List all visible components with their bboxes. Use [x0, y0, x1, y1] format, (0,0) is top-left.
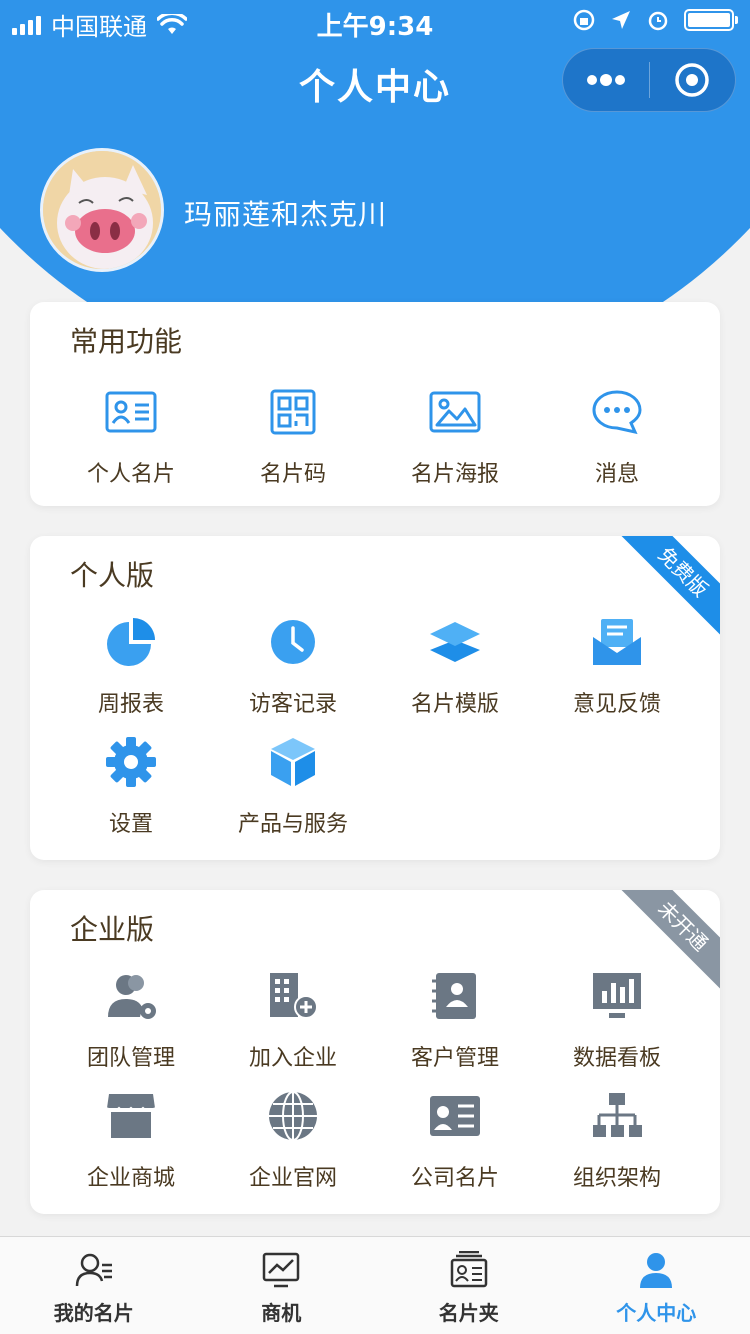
- weekly-report-item[interactable]: 周报表: [50, 612, 212, 718]
- company-card-item[interactable]: 公司名片: [374, 1086, 536, 1192]
- globe-icon: [269, 1091, 317, 1141]
- card-code-item[interactable]: 名片码: [212, 382, 374, 488]
- visitor-records-item[interactable]: 访客记录: [212, 612, 374, 718]
- card-title: 个人版: [70, 559, 155, 592]
- card-poster-item[interactable]: 名片海报: [374, 382, 536, 488]
- store-icon: [106, 1094, 156, 1138]
- company-card-icon: [430, 1096, 480, 1136]
- personal-card-item[interactable]: 个人名片: [50, 382, 212, 488]
- username: 玛丽莲和杰克川: [184, 198, 388, 231]
- status-bar: 中国联通 上午9:34: [0, 0, 750, 42]
- item-label: 客户管理: [410, 1046, 499, 1071]
- data-dashboard-item[interactable]: 数据看板: [536, 966, 698, 1072]
- org-chart-icon: [593, 1093, 642, 1137]
- item-label: 名片模版: [410, 692, 499, 717]
- item-label: 意见反馈: [572, 692, 661, 717]
- item-label: 个人名片: [86, 462, 175, 487]
- common-functions-card: 常用功能 个人名片 名片码 名片海报 消息: [30, 302, 720, 506]
- phone-screen: 中国联通 上午9:34 个人中心 玛丽莲和杰克川 常用功能 个人名片 名片码 名…: [0, 0, 750, 1334]
- card-template-item[interactable]: 名片模版: [374, 612, 536, 718]
- item-label: 设置: [108, 812, 153, 837]
- tab-label: 名片夹: [438, 1301, 499, 1325]
- user-card-icon: [75, 1253, 112, 1287]
- team-gear-icon: [108, 975, 156, 1019]
- item-label: 加入企业: [248, 1046, 337, 1071]
- item-label: 产品与服务: [237, 812, 348, 837]
- mini-program-capsule: [562, 48, 736, 112]
- item-label: 企业官网: [248, 1166, 337, 1191]
- layers-icon: [430, 622, 480, 662]
- card-title: 常用功能: [70, 325, 183, 358]
- item-label: 名片码: [259, 462, 326, 487]
- item-label: 消息: [594, 462, 639, 487]
- tab-personal-center[interactable]: 个人中心: [563, 1237, 750, 1334]
- person-icon: [640, 1253, 673, 1288]
- pie-chart-icon: [107, 618, 155, 666]
- contact-card-icon: [105, 391, 157, 433]
- battery-icon: [684, 9, 738, 31]
- item-label: 周报表: [97, 692, 164, 717]
- card-title: 企业版: [70, 913, 155, 946]
- customer-management-item[interactable]: 客户管理: [374, 966, 536, 1072]
- item-label: 访客记录: [248, 692, 337, 717]
- messages-item[interactable]: 消息: [536, 382, 698, 488]
- avatar[interactable]: [40, 148, 164, 272]
- alarm-icon: [648, 11, 668, 31]
- more-button[interactable]: [563, 49, 649, 111]
- item-label: 公司名片: [410, 1166, 499, 1191]
- trend-chart-icon: [263, 1252, 300, 1288]
- enterprise-store-item[interactable]: 企业商城: [50, 1086, 212, 1192]
- card-holder-icon: [450, 1251, 487, 1288]
- tab-label: 我的名片: [53, 1301, 134, 1325]
- products-services-item[interactable]: 产品与服务: [212, 732, 374, 838]
- dashboard-icon: [593, 973, 641, 1018]
- feedback-item[interactable]: 意见反馈: [536, 612, 698, 718]
- tab-label: 商机: [261, 1301, 302, 1325]
- item-label: 企业商城: [86, 1166, 175, 1191]
- contact-book-icon: [432, 973, 476, 1019]
- building-plus-icon: [270, 973, 318, 1019]
- rotation-lock-icon: [573, 9, 595, 31]
- settings-item[interactable]: 设置: [50, 732, 212, 838]
- qr-code-icon: [270, 389, 316, 435]
- item-label: 数据看板: [572, 1046, 661, 1071]
- image-poster-icon: [429, 391, 481, 433]
- more-dots-icon: [586, 74, 625, 86]
- tab-label: 个人中心: [616, 1301, 697, 1325]
- team-management-item[interactable]: 团队管理: [50, 966, 212, 1072]
- tab-my-card[interactable]: 我的名片: [0, 1237, 188, 1334]
- item-label: 团队管理: [86, 1046, 175, 1071]
- cube-icon: [271, 738, 315, 786]
- enterprise-edition-card: 企业版 未开通 团队管理 加入企业 客户管理 数据看板 企业商城 企业官网 公司…: [30, 890, 720, 1214]
- location-icon: [612, 11, 630, 29]
- item-label: 名片海报: [410, 462, 499, 487]
- target-icon: [675, 63, 709, 97]
- clock-icon: [271, 620, 315, 664]
- enterprise-website-item[interactable]: 企业官网: [212, 1086, 374, 1192]
- close-program-button[interactable]: [650, 49, 736, 111]
- message-bubble-icon: [592, 390, 642, 435]
- tab-bar: 我的名片 商机 名片夹 个人中心: [0, 1236, 750, 1334]
- gear-icon: [106, 737, 156, 787]
- tab-opportunities[interactable]: 商机: [188, 1237, 376, 1334]
- personal-edition-card: 个人版 免费版 周报表 访客记录 名片模版 意见反馈 设置 产品与服务: [30, 536, 720, 860]
- join-enterprise-item[interactable]: 加入企业: [212, 966, 374, 1072]
- item-label: 组织架构: [572, 1166, 661, 1191]
- org-structure-item[interactable]: 组织架构: [536, 1086, 698, 1192]
- mail-feedback-icon: [593, 619, 641, 665]
- tab-card-holder[interactable]: 名片夹: [375, 1237, 563, 1334]
